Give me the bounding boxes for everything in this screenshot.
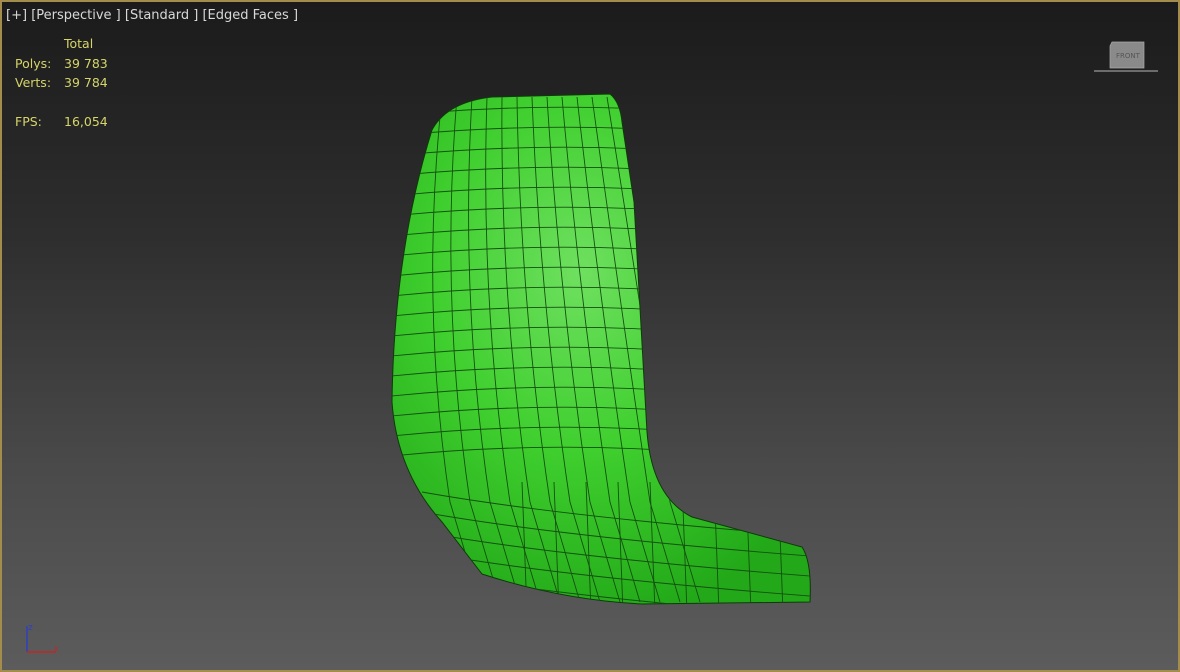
svg-text:z: z (28, 623, 33, 633)
perspective-viewport[interactable]: [+] [Perspective ] [Standard ] [Edged Fa… (0, 0, 1180, 672)
svg-text:x: x (54, 644, 59, 653)
viewcube[interactable]: FRONT (1092, 38, 1162, 78)
chair-seat-mesh[interactable] (2, 2, 1178, 670)
viewcube-face-label: FRONT (1116, 52, 1141, 60)
axis-triad-icon: z x (20, 620, 65, 660)
